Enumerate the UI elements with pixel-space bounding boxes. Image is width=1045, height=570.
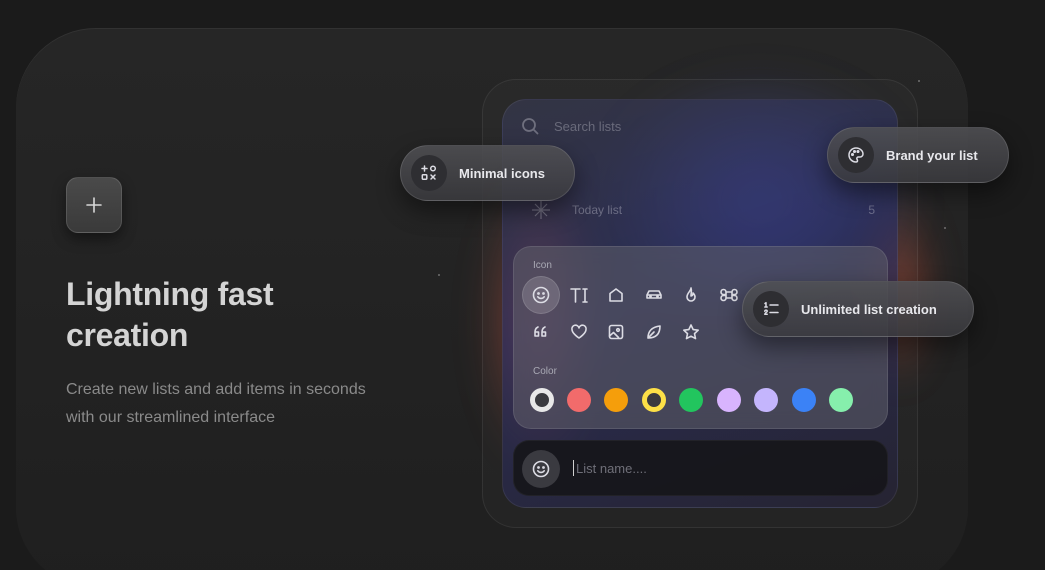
sparkle-icon <box>532 201 550 219</box>
icon-option-star[interactable] <box>672 313 710 351</box>
search-bar[interactable]: Search lists <box>520 116 621 136</box>
text-caret <box>573 460 574 476</box>
leaf-icon <box>647 325 661 339</box>
smiley-icon <box>532 286 550 304</box>
search-icon <box>522 118 539 135</box>
icon-option-leaf[interactable] <box>635 313 673 351</box>
car-icon <box>646 290 662 299</box>
color-swatch[interactable] <box>679 388 703 412</box>
icon-option-heart[interactable] <box>560 313 598 351</box>
feature-label: Minimal icons <box>459 165 545 181</box>
color-section-label: Color <box>533 366 557 377</box>
smiley-icon <box>532 460 550 478</box>
color-swatch-selected[interactable] <box>530 388 554 412</box>
hero-title: Lightning fast creation <box>66 276 274 353</box>
hero-description: Create new lists and add items in second… <box>66 381 366 426</box>
command-icon <box>720 288 738 302</box>
icon-option-picture[interactable] <box>597 313 635 351</box>
color-swatch-selected[interactable] <box>642 388 666 412</box>
feature-label: Brand your list <box>886 147 978 163</box>
picture-icon <box>608 324 624 340</box>
color-swatch[interactable] <box>754 388 778 412</box>
list-item-label: Today list <box>572 203 623 217</box>
icon-option-quote[interactable] <box>522 313 560 351</box>
icon-option-flame[interactable] <box>672 276 710 314</box>
shapes-icon <box>421 165 437 180</box>
feature-label: Unlimited list creation <box>801 301 937 317</box>
star-icon <box>683 324 699 340</box>
icon-option-car[interactable] <box>635 276 673 314</box>
search-placeholder: Search lists <box>554 118 622 134</box>
heart-icon <box>571 324 587 339</box>
color-swatch[interactable] <box>717 388 741 412</box>
numbered-list-icon-wrap <box>753 291 789 327</box>
sparkle-dot <box>438 274 440 276</box>
color-swatch[interactable] <box>829 388 853 412</box>
emoji-picker-button[interactable] <box>522 450 560 488</box>
list-item-count: 5 <box>868 203 875 217</box>
quote-icon <box>534 326 547 337</box>
icon-option-smiley[interactable] <box>522 276 560 314</box>
sparkle-dot <box>944 227 946 229</box>
home-icon <box>609 288 623 302</box>
plus-icon <box>86 197 102 213</box>
palette-icon-wrap <box>838 137 874 173</box>
text-icon <box>570 288 588 303</box>
color-swatch[interactable] <box>604 388 628 412</box>
palette-icon <box>848 147 864 163</box>
flame-icon <box>686 287 696 302</box>
feature-pill-brand: Brand your list <box>827 127 1009 183</box>
icon-option-home[interactable] <box>597 276 635 314</box>
color-swatch[interactable] <box>792 388 816 412</box>
icon-section-label: Icon <box>533 260 552 271</box>
icon-option-text[interactable] <box>560 276 598 314</box>
feature-pill-minimal-icons: Minimal icons <box>400 145 575 201</box>
create-list-button[interactable] <box>66 177 122 233</box>
shapes-icon-wrap <box>411 155 447 191</box>
feature-pill-unlimited: Unlimited list creation <box>742 281 974 337</box>
list-name-input[interactable] <box>576 458 856 478</box>
list-item-today[interactable]: Today list 5 <box>530 199 875 221</box>
color-swatch[interactable] <box>567 388 591 412</box>
numbered-list-icon <box>764 301 779 315</box>
